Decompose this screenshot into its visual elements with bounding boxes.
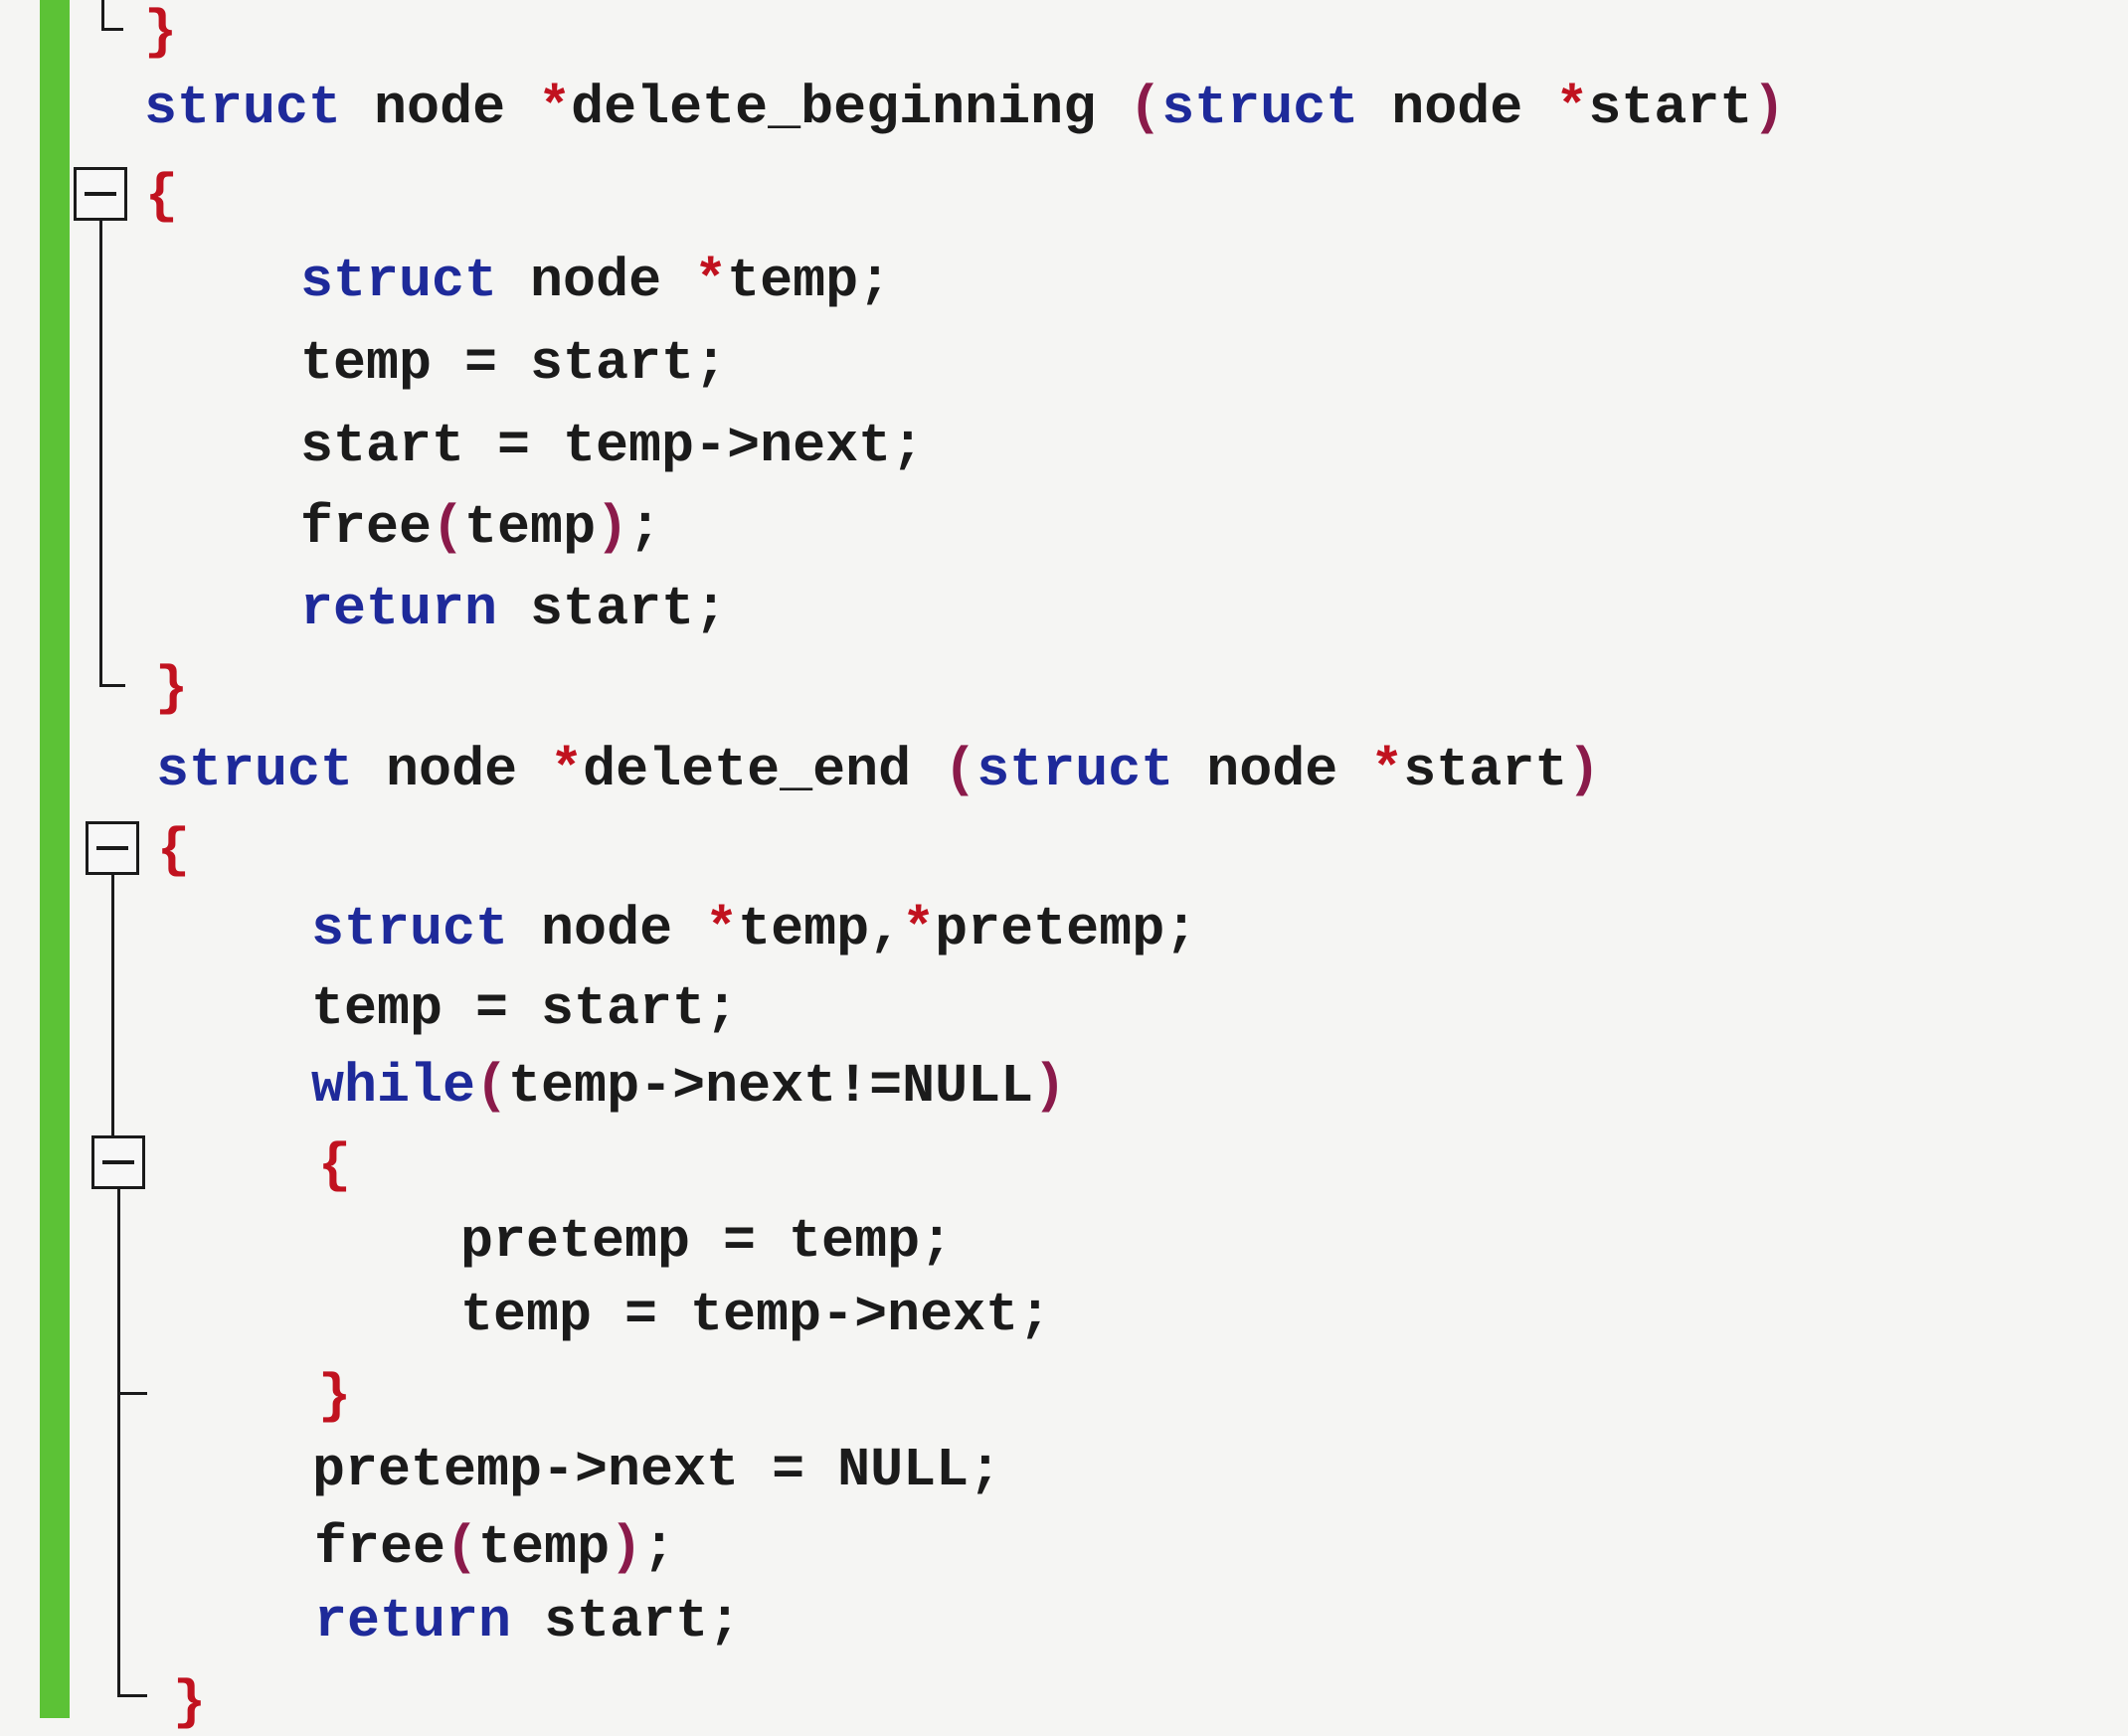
paren: ( bbox=[475, 1055, 509, 1118]
closing-brace: } bbox=[155, 657, 189, 720]
pointer-symbol: * bbox=[694, 250, 728, 312]
code-line: pretemp = temp; bbox=[460, 1209, 953, 1275]
code-line: struct node *temp,*pretemp; bbox=[311, 897, 1197, 962]
code-line: } bbox=[318, 1364, 351, 1430]
parameter-name: start bbox=[1403, 739, 1568, 801]
keyword: struct bbox=[311, 898, 509, 960]
code-text: pretemp->next = NULL; bbox=[312, 1439, 1002, 1501]
type-name: node bbox=[497, 250, 695, 312]
code-text: ; bbox=[628, 496, 662, 559]
code-line: temp = start; bbox=[300, 331, 727, 397]
code-text: pretemp = temp; bbox=[460, 1210, 954, 1273]
fold-guide-line bbox=[101, 0, 104, 30]
keyword: struct bbox=[1161, 77, 1359, 139]
keyword: while bbox=[311, 1055, 476, 1118]
code-text: temp = temp->next; bbox=[460, 1284, 1052, 1346]
code-line: return start; bbox=[314, 1589, 741, 1654]
fold-toggle-delete-end[interactable] bbox=[86, 821, 139, 875]
pointer-symbol: * bbox=[902, 898, 936, 960]
parameter-name: start bbox=[1588, 77, 1753, 139]
pointer-symbol: * bbox=[550, 739, 584, 801]
opening-brace: { bbox=[145, 165, 179, 228]
code-line: { bbox=[318, 1133, 351, 1199]
code-line: return start; bbox=[300, 577, 727, 642]
paren: ) bbox=[610, 1516, 643, 1579]
paren: ( bbox=[944, 739, 977, 801]
pointer-symbol: * bbox=[1555, 77, 1589, 139]
fold-toggle-while-loop[interactable] bbox=[91, 1135, 145, 1189]
code-text: start; bbox=[511, 1590, 742, 1652]
type-name: node bbox=[1173, 739, 1371, 801]
code-line: struct node *temp; bbox=[300, 249, 891, 314]
code-line: while(temp->next!=NULL) bbox=[311, 1054, 1066, 1120]
code-text: temp = start; bbox=[300, 332, 728, 395]
keyword: return bbox=[300, 578, 498, 640]
paren: ) bbox=[596, 496, 629, 559]
code-text: temp bbox=[464, 496, 597, 559]
paren: ( bbox=[432, 496, 465, 559]
type-name: node bbox=[341, 77, 539, 139]
function-call: free bbox=[300, 496, 433, 559]
closing-brace: } bbox=[173, 1671, 207, 1734]
paren: ( bbox=[445, 1516, 479, 1579]
code-line: } bbox=[144, 0, 177, 66]
code-text: ; bbox=[642, 1516, 676, 1579]
fold-end-tick bbox=[117, 1392, 147, 1395]
keyword: struct bbox=[156, 739, 354, 801]
keyword: return bbox=[314, 1590, 512, 1652]
function-call: free bbox=[314, 1516, 446, 1579]
fold-guide-line bbox=[99, 221, 102, 686]
paren: ) bbox=[1033, 1055, 1067, 1118]
fold-end-tick bbox=[101, 28, 123, 31]
gutter-change-bar bbox=[40, 0, 70, 1718]
code-text: temp->next!=NULL bbox=[508, 1055, 1034, 1118]
fold-end-tick bbox=[117, 1694, 147, 1697]
closing-brace: } bbox=[144, 1, 178, 64]
function-signature-delete-end: struct node *delete_end (struct node *st… bbox=[156, 738, 1600, 803]
code-text: temp, bbox=[738, 898, 903, 960]
code-text: start = temp->next; bbox=[300, 415, 925, 477]
function-name: delete_end bbox=[583, 739, 945, 801]
fold-toggle-delete-beginning[interactable] bbox=[74, 167, 127, 221]
pointer-symbol: * bbox=[538, 77, 572, 139]
pointer-symbol: * bbox=[705, 898, 739, 960]
pointer-symbol: * bbox=[1370, 739, 1404, 801]
paren: ( bbox=[1129, 77, 1162, 139]
code-text: start; bbox=[497, 578, 728, 640]
closing-brace: } bbox=[318, 1365, 352, 1428]
fold-guide-line bbox=[111, 875, 114, 1137]
code-line: free(temp); bbox=[300, 495, 661, 561]
paren: ) bbox=[1752, 77, 1786, 139]
code-line: start = temp->next; bbox=[300, 414, 924, 479]
function-name: delete_beginning bbox=[571, 77, 1130, 139]
code-text: temp = start; bbox=[311, 977, 739, 1040]
code-editor[interactable]: } struct node *delete_beginning (struct … bbox=[70, 0, 2128, 1734]
opening-brace: { bbox=[318, 1134, 352, 1197]
code-text: temp bbox=[478, 1516, 611, 1579]
keyword: struct bbox=[976, 739, 1174, 801]
code-line: } bbox=[173, 1670, 206, 1736]
code-line: temp = temp->next; bbox=[460, 1283, 1051, 1348]
fold-guide-line bbox=[117, 1189, 120, 1696]
code-line: { bbox=[157, 818, 190, 884]
keyword: struct bbox=[144, 77, 342, 139]
type-name: node bbox=[353, 739, 551, 801]
paren: ) bbox=[1567, 739, 1601, 801]
function-signature-delete-beginning: struct node *delete_beginning (struct no… bbox=[144, 76, 1785, 141]
fold-end-tick bbox=[99, 684, 125, 687]
opening-brace: { bbox=[157, 819, 191, 882]
type-name: node bbox=[1358, 77, 1556, 139]
type-name: node bbox=[508, 898, 706, 960]
code-line: pretemp->next = NULL; bbox=[312, 1438, 1001, 1503]
code-text: pretemp; bbox=[935, 898, 1198, 960]
code-text: temp; bbox=[727, 250, 892, 312]
code-line: temp = start; bbox=[311, 976, 738, 1042]
code-line: } bbox=[155, 656, 188, 722]
keyword: struct bbox=[300, 250, 498, 312]
code-line: { bbox=[145, 164, 178, 230]
code-line: free(temp); bbox=[314, 1515, 675, 1581]
